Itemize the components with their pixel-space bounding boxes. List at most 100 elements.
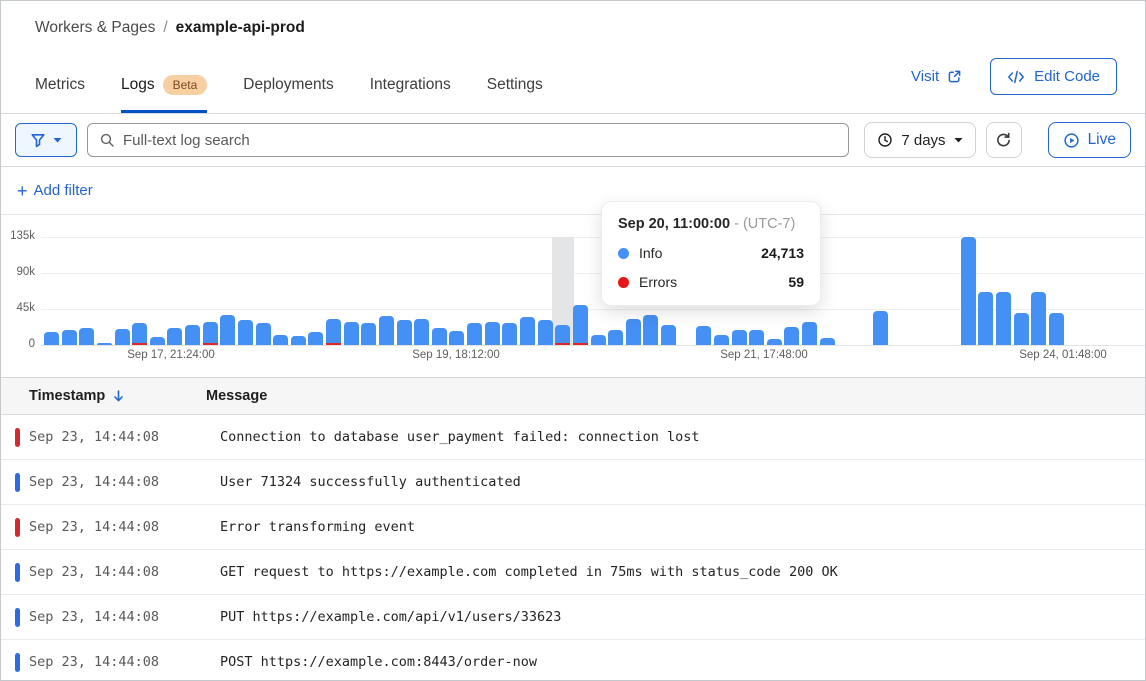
error-segment — [555, 343, 570, 345]
page-header: Workers & Pages / example-api-prod Metri… — [1, 1, 1145, 114]
log-volume-bar[interactable] — [379, 316, 394, 345]
error-level-indicator — [15, 518, 20, 537]
edit-code-button[interactable]: Edit Code — [990, 58, 1117, 95]
y-axis-tick: 90k — [1, 266, 35, 278]
log-volume-bar[interactable] — [502, 323, 517, 345]
log-volume-bar[interactable] — [873, 311, 888, 345]
tab-metrics[interactable]: Metrics — [35, 75, 85, 113]
log-volume-bar[interactable] — [802, 322, 817, 345]
error-segment — [326, 343, 341, 345]
info-dot-icon — [618, 248, 629, 259]
x-axis-tick: Sep 17, 21:24:00 — [101, 349, 241, 361]
column-header-timestamp[interactable]: Timestamp — [1, 388, 206, 404]
visit-link[interactable]: Visit — [911, 68, 962, 85]
log-row[interactable]: Sep 23, 14:44:08PUT https://example.com/… — [1, 595, 1145, 640]
log-volume-bar[interactable] — [485, 322, 500, 345]
search-input[interactable] — [123, 132, 837, 149]
log-volume-bar[interactable] — [643, 315, 658, 345]
log-volume-bar[interactable] — [784, 327, 799, 345]
log-volume-bar[interactable] — [203, 322, 218, 345]
tab-deployments[interactable]: Deployments — [243, 75, 333, 113]
refresh-button[interactable] — [986, 122, 1022, 158]
visit-label: Visit — [911, 68, 939, 85]
clock-icon — [877, 132, 893, 148]
log-volume-bar[interactable] — [732, 330, 747, 345]
tab-label: Deployments — [243, 76, 333, 94]
log-volume-bar[interactable] — [520, 317, 535, 345]
log-volume-bar[interactable] — [591, 335, 606, 345]
log-volume-bar[interactable] — [132, 323, 147, 345]
log-table: Timestamp Message Sep 23, 14:44:08Connect… — [1, 377, 1145, 681]
log-volume-bar[interactable] — [661, 325, 676, 345]
log-row[interactable]: Sep 23, 14:44:08User 71324 successfully … — [1, 460, 1145, 505]
log-volume-bar[interactable] — [273, 335, 288, 345]
log-volume-bar[interactable] — [167, 328, 182, 345]
x-axis-tick: Sep 21, 17:48:00 — [694, 349, 834, 361]
log-timestamp: Sep 23, 14:44:08 — [1, 429, 206, 445]
log-volume-bar[interactable] — [344, 322, 359, 345]
log-volume-bar[interactable] — [44, 332, 59, 345]
column-label: Timestamp — [29, 388, 105, 404]
log-volume-bar[interactable] — [185, 325, 200, 345]
column-label: Message — [206, 388, 267, 404]
log-volume-bar[interactable] — [996, 292, 1011, 345]
log-volume-bar[interactable] — [397, 320, 412, 345]
tab-settings[interactable]: Settings — [487, 75, 543, 113]
log-volume-bar[interactable] — [79, 328, 94, 345]
errors-dot-icon — [618, 277, 629, 288]
time-range-dropdown[interactable]: 7 days — [864, 122, 975, 158]
gridline-135k — [41, 237, 1145, 238]
log-volume-bar[interactable] — [1031, 292, 1046, 345]
log-row[interactable]: Sep 23, 14:44:08Error transforming event — [1, 505, 1145, 550]
column-header-message: Message — [206, 388, 1145, 404]
log-volume-bar[interactable] — [150, 337, 165, 345]
add-filter-row: + Add filter — [1, 167, 1145, 215]
filter-menu-button[interactable] — [15, 123, 77, 157]
log-volume-bar[interactable] — [555, 325, 570, 345]
log-volume-bar[interactable] — [291, 336, 306, 345]
log-message: Connection to database user_payment fail… — [206, 429, 1145, 445]
log-volume-bar[interactable] — [449, 331, 464, 345]
log-volume-bar[interactable] — [361, 323, 376, 345]
log-volume-bar[interactable] — [749, 330, 764, 345]
y-axis-tick: 0 — [1, 338, 35, 350]
log-volume-bar[interactable] — [432, 328, 447, 345]
log-volume-bar[interactable] — [1049, 313, 1064, 345]
tooltip-series-label: Info — [639, 245, 662, 261]
log-volume-bar[interactable] — [820, 338, 835, 345]
tooltip-series-label: Errors — [639, 274, 677, 290]
add-filter-label: Add filter — [34, 182, 93, 199]
log-volume-chart: 135k90k45k0Sep 17, 21:24:00Sep 19, 18:12… — [1, 215, 1145, 377]
log-volume-bar[interactable] — [767, 339, 782, 345]
tooltip-row-info: Info 24,713 — [618, 245, 804, 261]
log-volume-bar[interactable] — [696, 326, 711, 345]
log-volume-bar[interactable] — [467, 323, 482, 345]
log-volume-bar[interactable] — [220, 315, 235, 345]
log-volume-bar[interactable] — [961, 237, 976, 345]
log-row[interactable]: Sep 23, 14:44:08GET request to https://e… — [1, 550, 1145, 595]
log-row[interactable]: Sep 23, 14:44:08POST https://example.com… — [1, 640, 1145, 681]
tab-logs[interactable]: LogsBeta — [121, 75, 207, 113]
log-volume-bar[interactable] — [256, 323, 271, 345]
log-volume-bar[interactable] — [978, 292, 993, 345]
log-volume-bar[interactable] — [414, 319, 429, 345]
log-volume-bar[interactable] — [238, 320, 253, 345]
log-volume-bar[interactable] — [1014, 313, 1029, 345]
log-volume-bar[interactable] — [608, 330, 623, 345]
breadcrumb-workers-pages-link[interactable]: Workers & Pages — [35, 19, 155, 37]
log-volume-bar[interactable] — [573, 305, 588, 345]
log-volume-bar[interactable] — [97, 343, 112, 345]
log-volume-bar[interactable] — [62, 330, 77, 345]
log-volume-bar[interactable] — [714, 335, 729, 345]
log-volume-bar[interactable] — [538, 320, 553, 345]
log-volume-bar[interactable] — [115, 329, 130, 345]
tab-integrations[interactable]: Integrations — [370, 75, 451, 113]
add-filter-button[interactable]: + Add filter — [17, 182, 93, 200]
log-volume-bar[interactable] — [326, 319, 341, 345]
live-button[interactable]: Live — [1048, 122, 1131, 158]
tab-label: Logs — [121, 76, 155, 94]
tooltip-series-value: 24,713 — [761, 245, 804, 261]
log-row[interactable]: Sep 23, 14:44:08Connection to database u… — [1, 415, 1145, 460]
log-volume-bar[interactable] — [308, 332, 323, 345]
log-volume-bar[interactable] — [626, 319, 641, 345]
